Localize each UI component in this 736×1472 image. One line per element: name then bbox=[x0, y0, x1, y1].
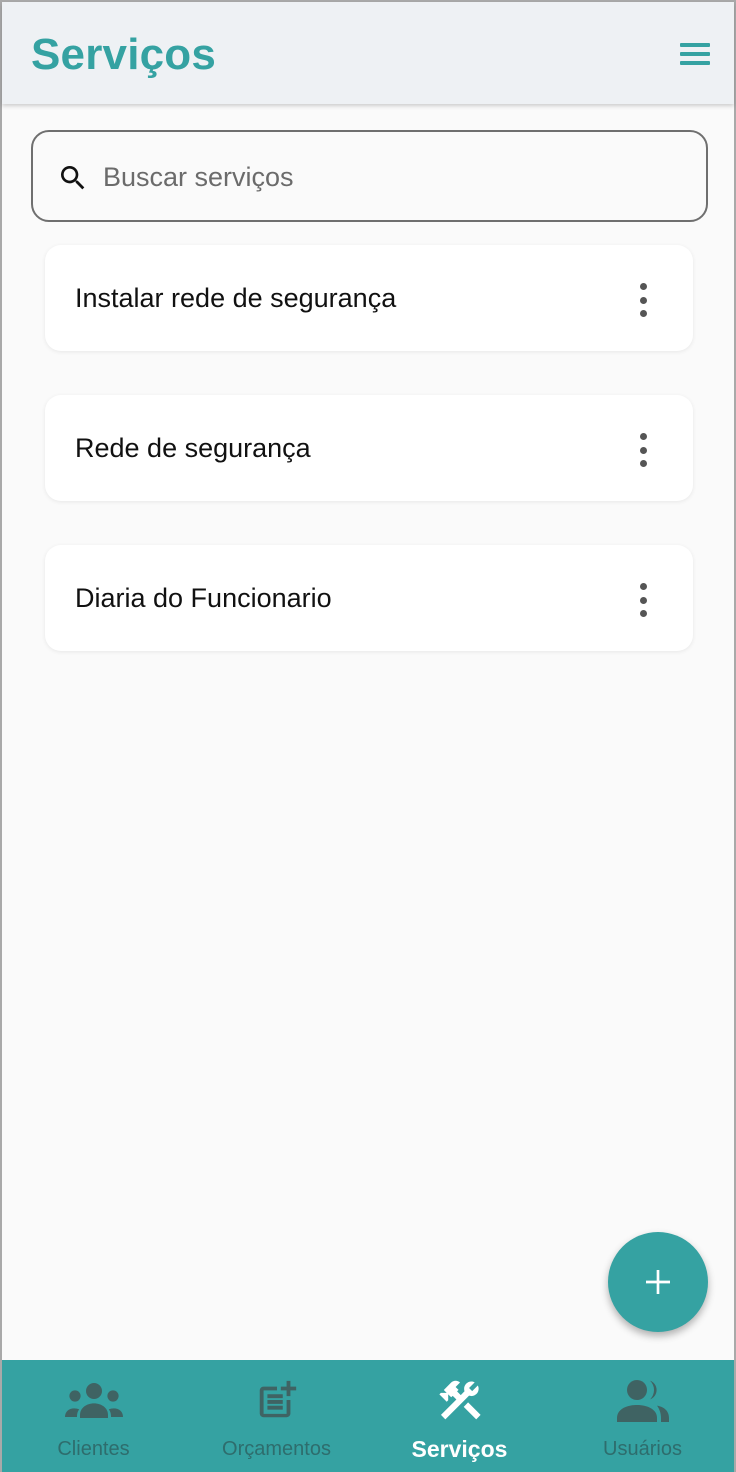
more-vert-icon[interactable] bbox=[637, 433, 649, 467]
search-icon bbox=[61, 166, 85, 190]
nav-label: Usuários bbox=[603, 1438, 682, 1460]
service-name: Instalar rede de segurança bbox=[75, 283, 397, 313]
search-bar[interactable] bbox=[31, 130, 708, 222]
nav-item-usuarios[interactable]: Usuários bbox=[551, 1360, 734, 1472]
more-vert-icon[interactable] bbox=[637, 283, 649, 317]
more-vert-icon[interactable] bbox=[637, 583, 649, 617]
post-add-icon bbox=[247, 1376, 307, 1424]
nav-label: Serviços bbox=[411, 1436, 508, 1462]
nav-label: Clientes bbox=[57, 1438, 130, 1460]
service-name: Diaria do Funcionario bbox=[75, 583, 332, 613]
nav-item-orcamentos[interactable]: Orçamentos bbox=[185, 1360, 368, 1472]
nav-label: Orçamentos bbox=[222, 1438, 331, 1460]
bottom-navigation: Clientes Orçamentos Serviços Usuários bbox=[2, 1360, 734, 1472]
service-card[interactable]: Diaria do Funcionario bbox=[45, 545, 693, 651]
app-bar: Serviços bbox=[2, 2, 734, 104]
service-card[interactable]: Rede de segurança bbox=[45, 395, 693, 501]
page-title: Serviços bbox=[31, 30, 217, 79]
service-card[interactable]: Instalar rede de segurança bbox=[45, 245, 693, 351]
nav-item-clientes[interactable]: Clientes bbox=[2, 1360, 185, 1472]
search-input[interactable] bbox=[103, 150, 683, 204]
service-list: Instalar rede de segurança Rede de segur… bbox=[45, 245, 693, 695]
plus-icon bbox=[646, 1270, 670, 1294]
service-name: Rede de segurança bbox=[75, 433, 311, 463]
hamburger-menu-icon[interactable] bbox=[678, 40, 712, 68]
people-icon bbox=[613, 1376, 673, 1424]
nav-item-servicos[interactable]: Serviços bbox=[368, 1360, 551, 1472]
tools-icon bbox=[430, 1376, 490, 1424]
add-service-button[interactable] bbox=[608, 1232, 708, 1332]
groups-icon bbox=[64, 1376, 124, 1424]
